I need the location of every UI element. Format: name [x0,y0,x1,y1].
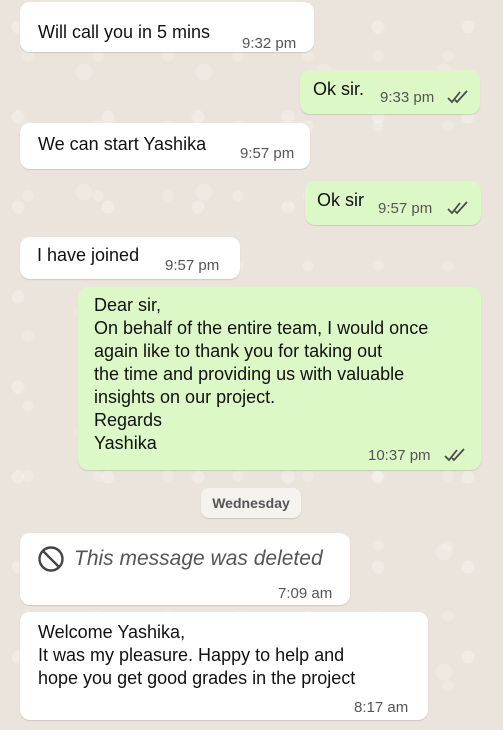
message-line: insights on our project. [94,387,276,407]
message-time: 9:57 pm [378,200,433,217]
message-incoming[interactable]: Welcome Yashika, It was my pleasure. Hap… [20,612,428,720]
message-line: again like to thank you for taking out [94,341,383,361]
message-time: 9:57 pm [240,145,295,162]
message-line: On behalf of the entire team, I would on… [94,318,429,338]
message-text: Welcome Yashika, It was my pleasure. Hap… [38,621,355,690]
message-line: Welcome Yashika, [38,622,186,642]
blocked-icon [38,546,64,572]
message-time: 9:33 pm [380,89,435,106]
message-line: It was my pleasure. Happy to help and [38,645,345,665]
message-text: Ok sir [317,190,364,210]
message-deleted[interactable]: This message was deleted 7:09 am [20,533,350,605]
message-time: 7:09 am [278,585,333,602]
message-incoming[interactable]: I have joined 9:57 pm [20,237,240,279]
message-time: 10:37 pm [368,447,431,464]
message-outgoing[interactable]: Ok sir. 9:33 pm [300,70,480,114]
message-line: the time and providing us with valuable [94,364,405,384]
message-incoming[interactable]: Will call you in 5 mins 9:32 pm [20,2,314,52]
message-incoming[interactable]: We can start Yashika 9:57 pm [20,123,310,169]
message-line: hope you get good grades in the project [38,668,356,688]
double-check-icon [447,201,468,215]
message-text: Will call you in 5 mins [38,22,211,42]
double-check-icon [447,90,468,104]
message-text: I have joined [37,245,140,265]
message-text: Dear sir, On behalf of the entire team, … [94,294,428,455]
message-line: Regards [94,410,163,430]
double-check-icon [444,448,465,462]
message-time: 9:57 pm [165,257,220,274]
deleted-message-text: This message was deleted [74,547,323,570]
message-text: Ok sir. [313,79,365,99]
message-time: 9:32 pm [242,35,297,52]
message-line: Dear sir, [94,295,162,315]
message-outgoing[interactable]: Ok sir 9:57 pm [305,181,481,225]
message-text: We can start Yashika [38,134,207,154]
date-separator: Wednesday [201,488,301,518]
message-outgoing[interactable]: Dear sir, On behalf of the entire team, … [78,287,481,470]
message-time: 8:17 am [354,699,409,716]
